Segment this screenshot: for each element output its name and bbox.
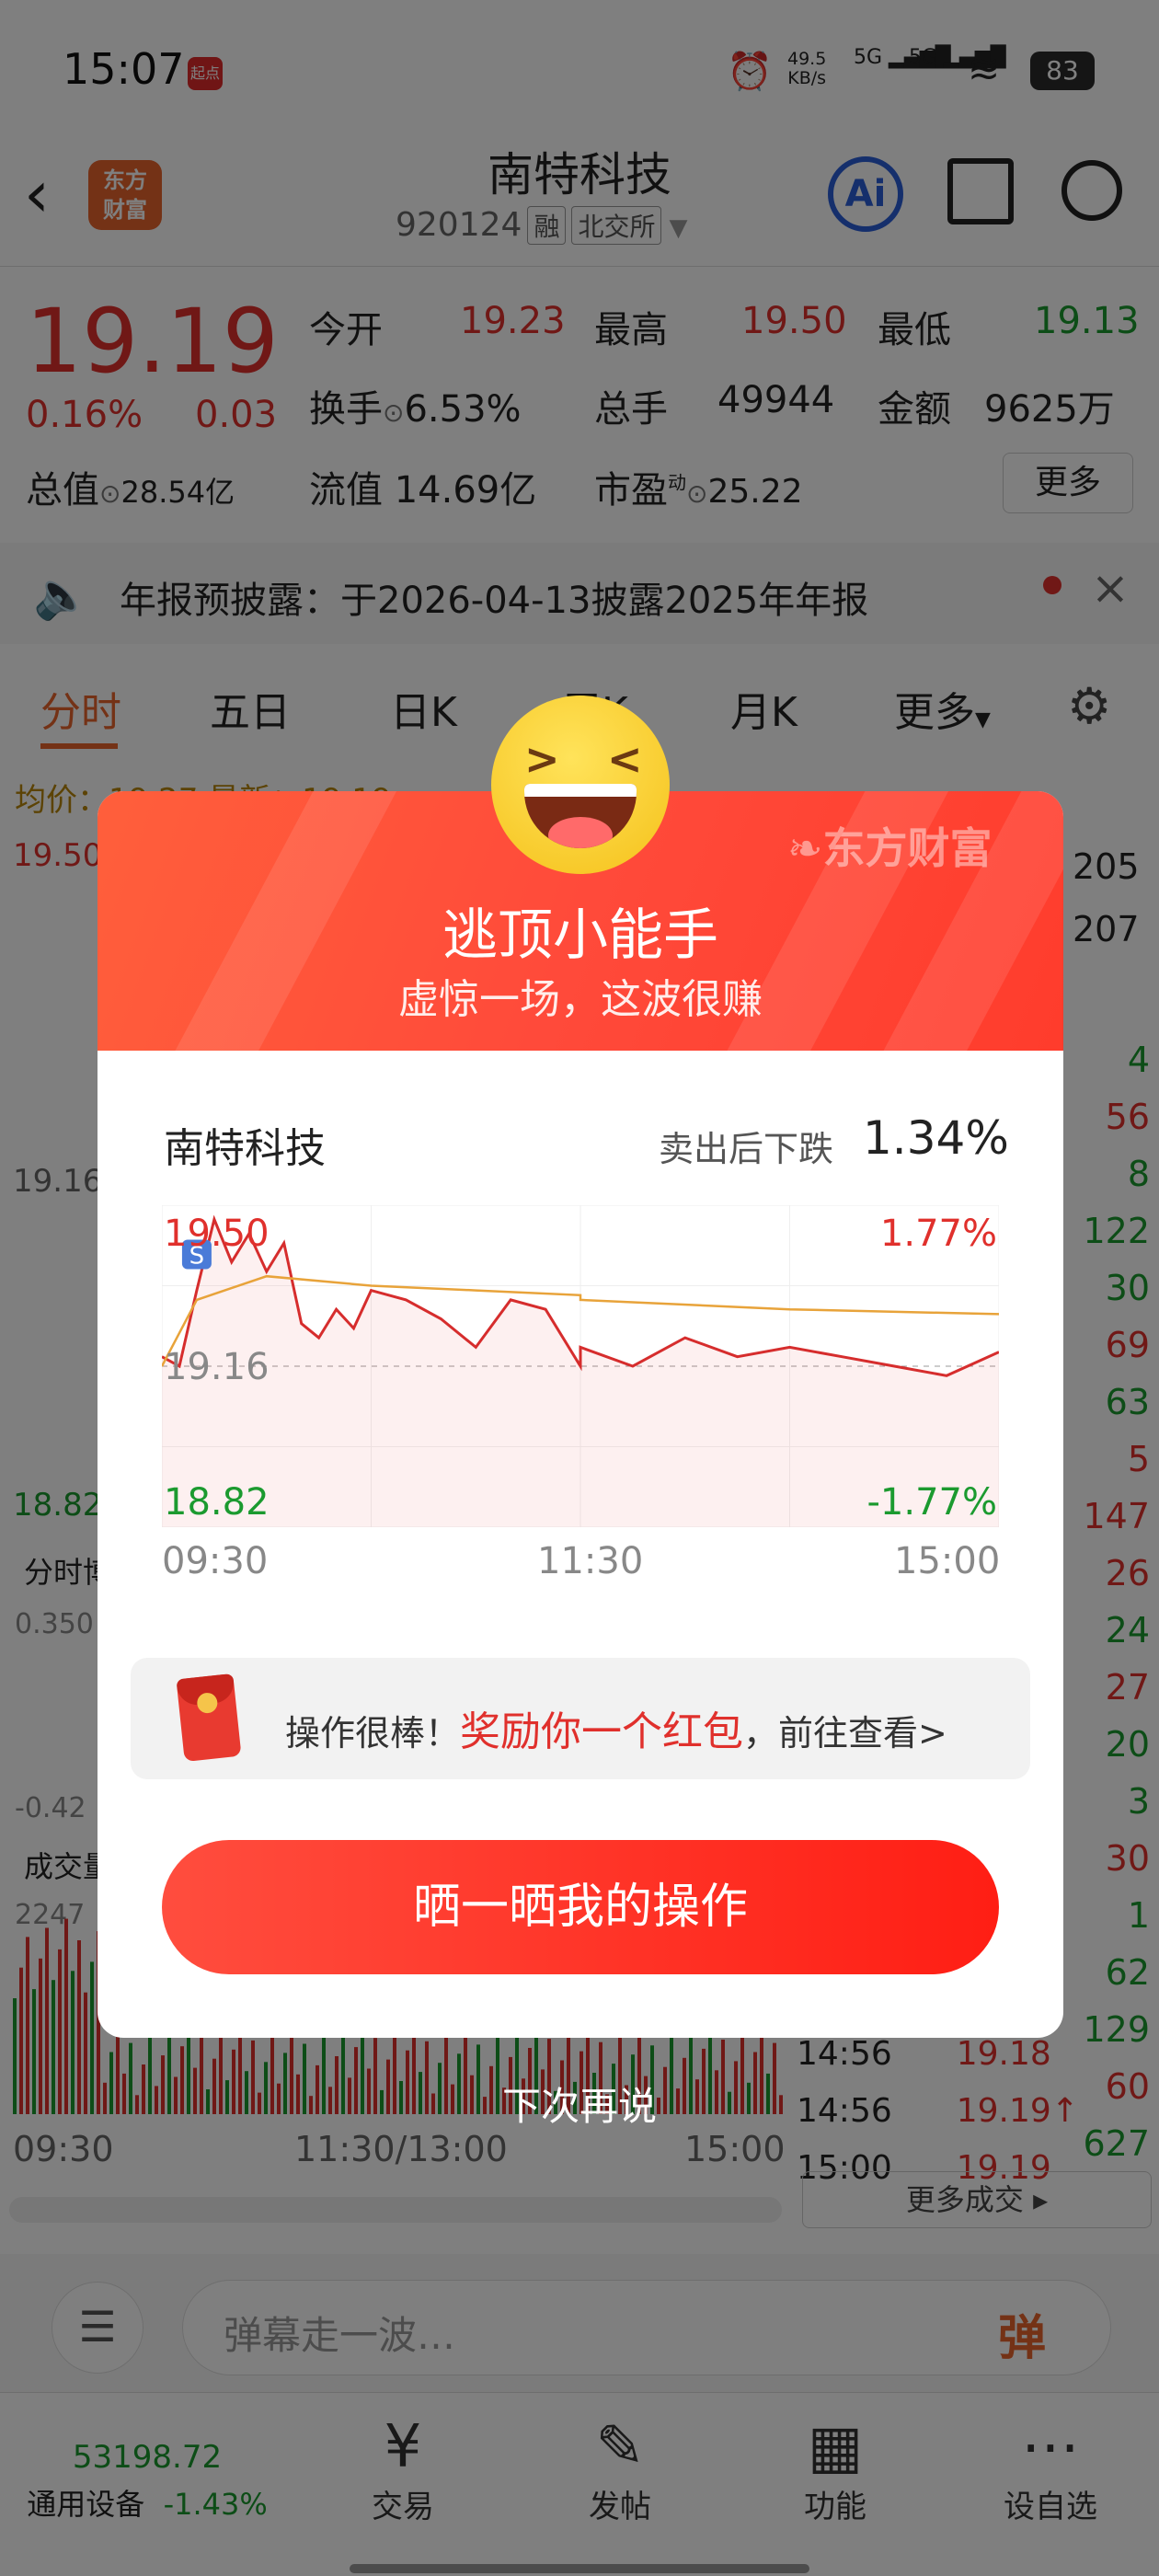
reward-suffix: ，前往查看> (743, 1713, 947, 1754)
y-tick-bottom: 18.82 (164, 1481, 270, 1524)
dismiss-link[interactable]: 下次再说 (0, 2076, 1159, 2132)
popup-title: 逃顶小能手 (442, 903, 718, 968)
red-envelope-icon (176, 1673, 242, 1762)
y-tick-top: 19.50 (164, 1213, 270, 1255)
share-operation-button[interactable]: 晒一晒我的操作 (162, 1840, 999, 1974)
reward-highlight: 奖励你一个红包 (460, 1708, 744, 1755)
drop-label: 卖出后下跌 (659, 1129, 834, 1169)
reward-prefix: 操作很棒！ (285, 1713, 461, 1754)
popup-subtitle: 虚惊一场，这波很赚 (398, 976, 763, 1023)
reward-text: 操作很棒！奖励你一个红包，前往查看> (285, 1698, 947, 1757)
y-tick-right-top: 1.77% (880, 1213, 997, 1255)
x-tick-end: 15:00 (894, 1540, 1001, 1582)
brand-logo-icon: ❧ (787, 823, 823, 873)
popup-stock-name: 南特科技 (164, 1125, 326, 1172)
x-tick-mid: 11:30 (537, 1540, 644, 1582)
laughing-emoji-icon: > < (491, 696, 670, 874)
brand-text: 东方财富 (822, 823, 993, 873)
intraday-chart: S19.5019.1618.821.77%-1.77% (162, 1205, 999, 1527)
achievement-popup: ❧东方财富 逃顶小能手 虚惊一场，这波很赚 南特科技 卖出后下跌 1.34% S… (98, 791, 1063, 2038)
brand-watermark: ❧东方财富 (787, 815, 993, 876)
reward-banner[interactable]: 操作很棒！奖励你一个红包，前往查看> (131, 1658, 1030, 1779)
y-tick-mid: 19.16 (164, 1346, 270, 1388)
x-tick-start: 09:30 (162, 1540, 269, 1582)
y-tick-right-bottom: -1.77% (866, 1481, 997, 1524)
drop-value: 1.34% (863, 1111, 1009, 1165)
